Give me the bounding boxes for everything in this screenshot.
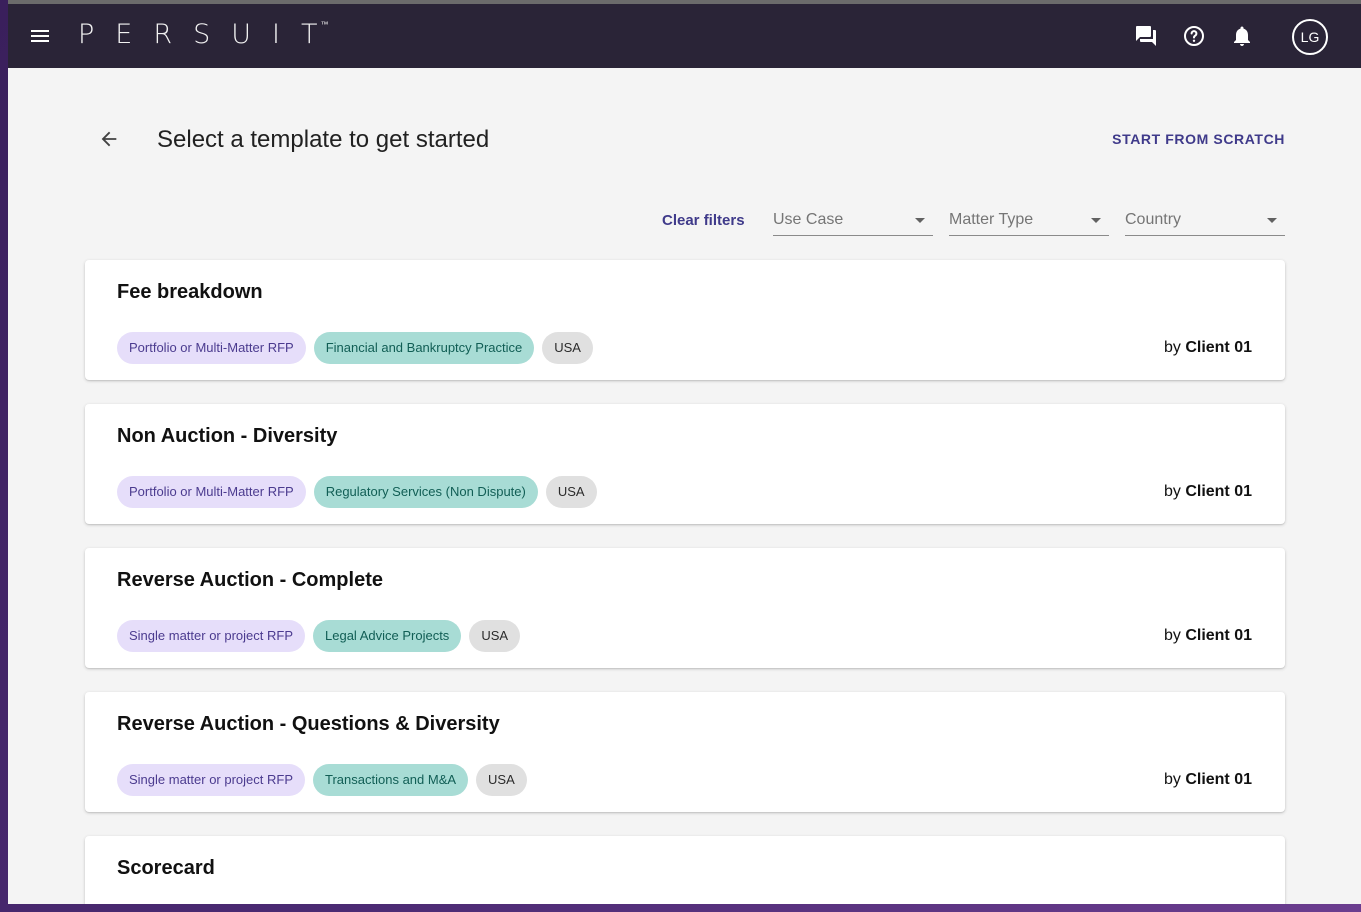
chevron-down-icon [1091, 218, 1101, 223]
by-prefix: by [1163, 339, 1181, 356]
notifications-icon[interactable] [1230, 24, 1254, 48]
template-author: by Client 01 [1164, 339, 1252, 357]
top-app-bar: PERSUIT™ LG [8, 0, 1361, 68]
chevron-down-icon [1267, 218, 1277, 223]
author-name: Client 01 [1185, 339, 1252, 356]
author-name: Client 01 [1185, 483, 1252, 500]
use-case-select[interactable]: Use Case [773, 205, 933, 236]
matter-type-select[interactable]: Matter Type [949, 205, 1109, 236]
template-title: Scorecard [117, 857, 215, 879]
template-tags: Portfolio or Multi-Matter RFP Regulatory… [117, 476, 597, 508]
country-chip: USA [545, 476, 597, 508]
template-title: Fee breakdown [117, 281, 263, 303]
chat-icon[interactable] [1134, 24, 1158, 48]
use-case-chip: Portfolio or Multi-Matter RFP [117, 476, 306, 508]
template-title: Non Auction - Diversity [117, 425, 338, 447]
country-chip: USA [542, 332, 593, 364]
by-prefix: by [1163, 771, 1181, 788]
by-prefix: by [1163, 627, 1181, 644]
chevron-down-icon [915, 218, 925, 223]
app-window: PERSUIT™ LG Select a template to get sta… [8, 0, 1361, 904]
menu-icon[interactable] [30, 26, 50, 46]
template-card-fee-breakdown[interactable]: Fee breakdown Portfolio or Multi-Matter … [85, 260, 1285, 380]
template-author: by Client 01 [1164, 771, 1252, 789]
author-name: Client 01 [1185, 771, 1252, 788]
template-title: Reverse Auction - Complete [117, 569, 383, 591]
country-chip: USA [476, 764, 527, 796]
persuit-logo[interactable]: PERSUIT™ [78, 18, 328, 52]
template-title: Reverse Auction - Questions & Diversity [117, 713, 500, 735]
use-case-chip: Single matter or project RFP [117, 620, 306, 652]
logo-text: PERSUIT [78, 19, 339, 50]
matter-type-chip: Transactions and M&A [313, 764, 469, 796]
country-chip: USA [469, 620, 521, 652]
logo-trademark: ™ [320, 20, 329, 29]
matter-type-chip: Financial and Bankruptcy Practice [313, 332, 535, 364]
author-name: Client 01 [1185, 627, 1252, 644]
matter-type-chip: Legal Advice Projects [313, 620, 462, 652]
template-card-reverse-auction-questions-diversity[interactable]: Reverse Auction - Questions & Diversity … [85, 692, 1285, 812]
start-from-scratch-button[interactable]: START FROM SCRATCH [1112, 131, 1285, 147]
use-case-chip: Portfolio or Multi-Matter RFP [117, 332, 306, 364]
help-icon[interactable] [1182, 24, 1206, 48]
template-author: by Client 01 [1164, 627, 1252, 645]
page-title: Select a template to get started [157, 126, 490, 153]
template-card-reverse-auction-complete[interactable]: Reverse Auction - Complete Single matter… [85, 548, 1285, 668]
template-card-scorecard[interactable]: Scorecard [85, 836, 1285, 904]
template-author: by Client 01 [1164, 483, 1252, 501]
user-avatar[interactable]: LG [1292, 19, 1328, 55]
template-tags: Single matter or project RFP Legal Advic… [117, 620, 521, 652]
back-arrow-icon[interactable] [98, 128, 120, 150]
template-tags: Portfolio or Multi-Matter RFP Financial … [117, 332, 593, 364]
by-prefix: by [1163, 483, 1181, 500]
clear-filters-button[interactable]: Clear filters [662, 212, 745, 229]
template-card-non-auction-diversity[interactable]: Non Auction - Diversity Portfolio or Mul… [85, 404, 1285, 524]
country-label: Country [1125, 211, 1182, 228]
matter-type-chip: Regulatory Services (Non Dispute) [313, 476, 538, 508]
use-case-chip: Single matter or project RFP [117, 764, 306, 796]
template-tags: Single matter or project RFP Transaction… [117, 764, 527, 796]
matter-type-label: Matter Type [949, 211, 1034, 228]
use-case-label: Use Case [773, 211, 844, 228]
country-select[interactable]: Country [1125, 205, 1285, 236]
